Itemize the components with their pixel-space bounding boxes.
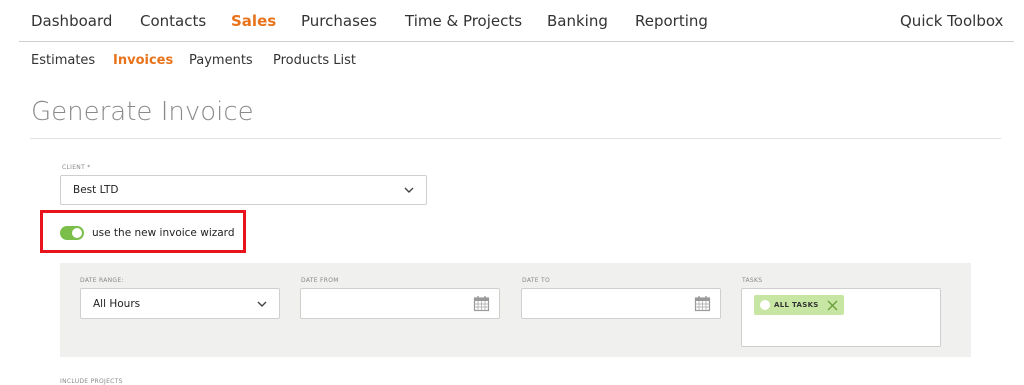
nav-dashboard[interactable]: Dashboard (31, 12, 112, 30)
title-divider (30, 138, 1001, 139)
date-to-input[interactable] (521, 288, 721, 319)
nav-sales[interactable]: Sales (231, 12, 276, 30)
date-from-label: DATE FROM (301, 277, 339, 284)
nav-divider (19, 41, 1014, 42)
subnav-invoices[interactable]: Invoices (113, 53, 173, 68)
chevron-down-icon (257, 301, 267, 307)
quick-toolbox-link[interactable]: Quick Toolbox (900, 12, 1003, 30)
tasks-label: TASKS (742, 277, 763, 284)
tasks-tag: ALL TASKS (754, 295, 844, 315)
include-projects-label: INCLUDE PROJECTS (60, 378, 123, 385)
client-value: Best LTD (73, 184, 119, 196)
subnav-payments[interactable]: Payments (189, 53, 253, 68)
client-select[interactable]: Best LTD (60, 175, 427, 205)
date-range-select[interactable]: All Hours (80, 288, 280, 319)
toggle-knob (72, 228, 82, 238)
tasks-tag-label: ALL TASKS (774, 301, 819, 309)
nav-time-projects[interactable]: Time & Projects (405, 12, 522, 30)
wizard-toggle[interactable] (60, 226, 84, 240)
subnav-estimates[interactable]: Estimates (31, 53, 95, 68)
close-icon[interactable] (827, 300, 838, 311)
chevron-down-icon (404, 187, 414, 193)
nav-banking[interactable]: Banking (547, 12, 608, 30)
calendar-icon[interactable] (694, 295, 711, 312)
date-range-label: DATE RANGE: (80, 277, 124, 284)
nav-purchases[interactable]: Purchases (301, 12, 377, 30)
date-from-input[interactable] (300, 288, 500, 319)
wizard-toggle-label: use the new invoice wizard (92, 227, 235, 239)
date-range-value: All Hours (93, 297, 141, 310)
nav-contacts[interactable]: Contacts (140, 12, 206, 30)
nav-reporting[interactable]: Reporting (635, 12, 708, 30)
client-label: CLIENT * (62, 164, 91, 171)
page-title: Generate Invoice (31, 97, 254, 127)
date-to-label: DATE TO (522, 277, 551, 284)
calendar-icon[interactable] (473, 295, 490, 312)
subnav-products-list[interactable]: Products List (273, 53, 356, 68)
tag-dot-icon (760, 300, 770, 310)
top-nav: Dashboard Contacts Sales Purchases Time … (0, 0, 1024, 42)
